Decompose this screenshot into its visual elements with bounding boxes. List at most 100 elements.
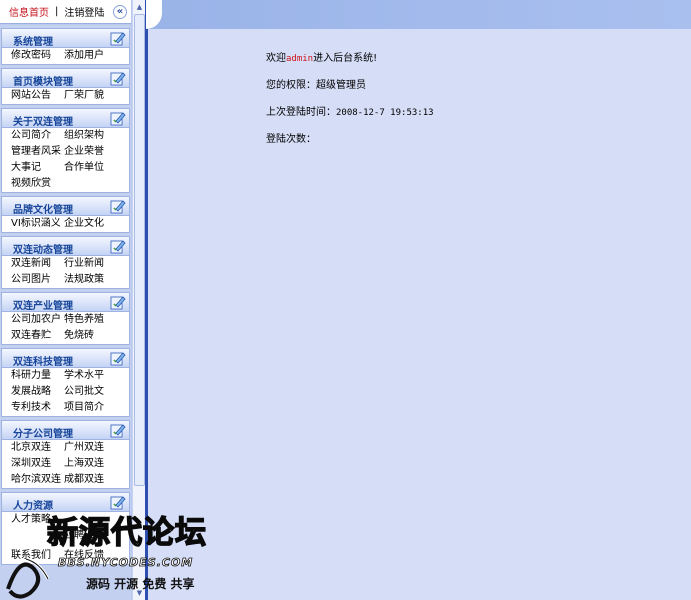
menu-group-items: 人才策略 应聘人员 联系我们 在线反馈 <box>2 512 129 564</box>
menu-item[interactable]: 企业荣誉 <box>64 146 128 158</box>
menu-group-title[interactable]: 双连产业管理 <box>13 297 73 312</box>
edit-toggle-icon[interactable] <box>110 111 126 126</box>
collapse-sidebar-icon[interactable]: « <box>113 5 127 19</box>
menu-group-title[interactable]: 双连动态管理 <box>13 241 73 256</box>
welcome-line: 欢迎admin进入后台系统! <box>266 53 434 65</box>
menu-group-header[interactable]: 双连科技管理 <box>2 349 129 368</box>
menu-item[interactable]: 科研力量 <box>11 370 64 382</box>
menu-item[interactable]: 学术水平 <box>64 370 128 382</box>
menu-group-title[interactable]: 人力资源 <box>13 497 53 512</box>
last-login-value: 2008-12-7 19:53:13 <box>336 108 434 118</box>
menu-group-items: 网站公告 厂荣厂貌 <box>2 88 129 104</box>
menu-group-items: 公司加农户 特色养殖 双连春贮 免烧砖 <box>2 312 129 344</box>
welcome-prefix: 欢迎 <box>266 53 286 64</box>
menu-group-items: 双连新闻 行业新闻 公司图片 法规政策 <box>2 256 129 288</box>
scroll-down-icon[interactable]: ▼ <box>134 587 145 599</box>
menu-item[interactable]: 公司批文 <box>64 386 128 398</box>
menu-item[interactable]: 修改密码 <box>11 50 64 62</box>
menu-group-header[interactable]: 首页模块管理 <box>2 69 129 88</box>
menu-item[interactable]: 哈尔滨双连 <box>11 474 64 486</box>
menu-item[interactable]: 网站公告 <box>11 90 64 102</box>
menu-group-header[interactable]: 人力资源 <box>2 493 129 512</box>
main-header-strip <box>146 0 691 29</box>
menu-item[interactable]: VI标识涵义 <box>11 218 64 230</box>
menu-item[interactable]: 应聘人员 <box>64 530 128 542</box>
menu-item[interactable]: 广州双连 <box>64 442 128 454</box>
menu-group-header[interactable]: 分子公司管理 <box>2 421 129 440</box>
menu-item[interactable]: 联系我们 <box>11 550 64 562</box>
menu-group-title[interactable]: 双连科技管理 <box>13 353 73 368</box>
edit-toggle-icon[interactable] <box>110 351 126 366</box>
menu-item <box>11 530 64 542</box>
menu-group-header[interactable]: 品牌文化管理 <box>2 197 129 216</box>
menu-group-items: 科研力量 学术水平 发展战略 公司批文 专利技术 项目简介 <box>2 368 129 416</box>
menu-group-title[interactable]: 品牌文化管理 <box>13 201 73 216</box>
menu-item[interactable]: 深圳双连 <box>11 458 64 470</box>
menu-list: 系统管理 修改密码 添加用户 首页模块管理 网站公告 厂荣厂貌 关于双连管理 公司简介 组织架构… <box>0 25 131 600</box>
menu-group-title[interactable]: 关于双连管理 <box>13 113 73 128</box>
menu-item[interactable]: 在线反馈 <box>64 550 128 562</box>
menu-group: 系统管理修改密码 添加用户 <box>1 28 130 65</box>
menu-group-title[interactable]: 系统管理 <box>13 33 53 48</box>
menu-group-header[interactable]: 系统管理 <box>2 29 129 48</box>
menu-item[interactable]: 视频欣赏 <box>11 178 64 190</box>
menu-group-header[interactable]: 双连动态管理 <box>2 237 129 256</box>
scrollbar-thumb[interactable] <box>134 14 145 486</box>
menu-group: 首页模块管理 网站公告 厂荣厂貌 <box>1 68 130 105</box>
menu-item[interactable]: 企业文化 <box>64 218 128 230</box>
menu-item[interactable]: 厂荣厂貌 <box>64 90 128 102</box>
menu-item[interactable]: 管理者风采 <box>11 146 64 158</box>
logout-link[interactable]: 注销登陆 <box>64 4 104 19</box>
menu-group-title[interactable]: 分子公司管理 <box>13 425 73 440</box>
menu-item[interactable]: 组织架构 <box>64 130 128 142</box>
menu-item[interactable]: 特色养殖 <box>64 314 128 326</box>
menu-item[interactable]: 添加用户 <box>64 50 128 62</box>
menu-item[interactable]: 公司加农户 <box>11 314 64 326</box>
edit-toggle-icon[interactable] <box>110 423 126 438</box>
menu-item[interactable]: 大事记 <box>11 162 64 174</box>
menu-item <box>64 514 128 526</box>
menu-item[interactable]: 双连春贮 <box>11 330 64 342</box>
login-count-line: 登陆次数： <box>266 134 316 145</box>
menu-item[interactable]: 专利技术 <box>11 402 64 414</box>
menu-group: 关于双连管理 公司简介 组织架构 管理者风采 企业荣誉 大事记 合作单位 视频欣赏 <box>1 108 130 193</box>
edit-toggle-icon[interactable] <box>110 71 126 86</box>
topbar-separator: | <box>55 6 59 17</box>
edit-toggle-icon[interactable] <box>110 31 126 46</box>
menu-item[interactable]: 公司图片 <box>11 274 64 286</box>
home-link[interactable]: 信息首页 <box>9 4 49 19</box>
menu-item[interactable]: 上海双连 <box>64 458 128 470</box>
edit-toggle-icon[interactable] <box>110 239 126 254</box>
edit-toggle-icon[interactable] <box>110 199 126 214</box>
menu-item[interactable]: 免烧砖 <box>64 330 128 342</box>
menu-group-header[interactable]: 关于双连管理 <box>2 109 129 128</box>
menu-group: 双连动态管理 双连新闻 行业新闻 公司图片 法规政策 <box>1 236 130 289</box>
last-login-line: 上次登陆时间：2008-12-7 19:53:13 <box>266 107 434 119</box>
menu-item[interactable]: 发展战略 <box>11 386 64 398</box>
welcome-suffix: 进入后台系统! <box>313 53 378 64</box>
last-login-label: 上次登陆时间： <box>266 107 336 118</box>
menu-item[interactable]: 公司简介 <box>11 130 64 142</box>
sidebar-scrollbar[interactable]: ▲ ▼ <box>132 0 145 600</box>
menu-item[interactable]: 人才策略 <box>11 514 64 526</box>
menu-group-items: 公司简介 组织架构 管理者风采 企业荣誉 大事记 合作单位 视频欣赏 <box>2 128 129 192</box>
menu-item[interactable]: 项目简介 <box>64 402 128 414</box>
menu-item[interactable]: 北京双连 <box>11 442 64 454</box>
menu-group-header[interactable]: 双连产业管理 <box>2 293 129 312</box>
scroll-up-icon[interactable]: ▲ <box>134 1 145 13</box>
edit-toggle-icon[interactable] <box>110 295 126 310</box>
header-corner <box>146 0 162 29</box>
menu-group-title[interactable]: 首页模块管理 <box>13 73 73 88</box>
menu-group: 双连产业管理 公司加农户 特色养殖 双连春贮 免烧砖 <box>1 292 130 345</box>
menu-item[interactable]: 法规政策 <box>64 274 128 286</box>
menu-group-items: VI标识涵义 企业文化 <box>2 216 129 232</box>
menu-item[interactable]: 合作单位 <box>64 162 128 174</box>
menu-group-items: 北京双连 广州双连 深圳双连 上海双连 哈尔滨双连 成都双连 <box>2 440 129 488</box>
menu-group: 分子公司管理 北京双连 广州双连 深圳双连 上海双连 哈尔滨双连 成都双连 <box>1 420 130 489</box>
frame-splitter[interactable] <box>145 0 148 600</box>
menu-item[interactable]: 成都双连 <box>64 474 128 486</box>
edit-toggle-icon[interactable] <box>110 495 126 510</box>
menu-group: 双连科技管理 科研力量 学术水平 发展战略 公司批文 专利技术 项目简介 <box>1 348 130 417</box>
menu-item[interactable]: 双连新闻 <box>11 258 64 270</box>
menu-item[interactable]: 行业新闻 <box>64 258 128 270</box>
